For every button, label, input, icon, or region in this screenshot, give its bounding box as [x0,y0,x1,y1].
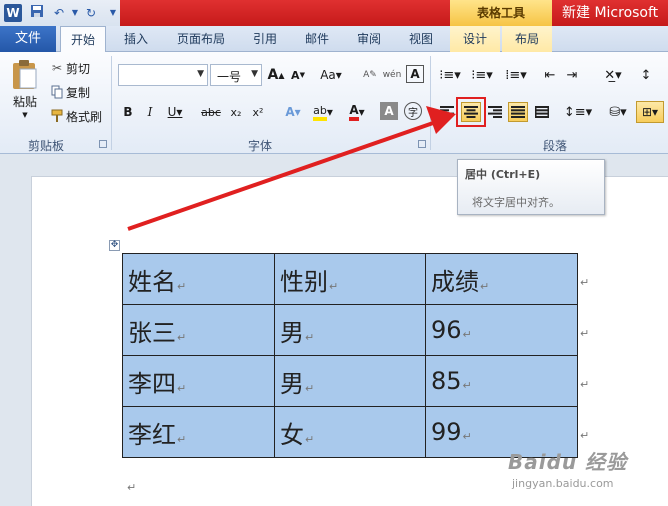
watermark-logo: Baidu 经验 jingyan.baidu.com [508,446,658,496]
watermark-line2: jingyan.baidu.com [512,477,614,490]
annotation-arrow [127,106,456,231]
watermark-line1: Baidu 经验 [508,450,628,474]
